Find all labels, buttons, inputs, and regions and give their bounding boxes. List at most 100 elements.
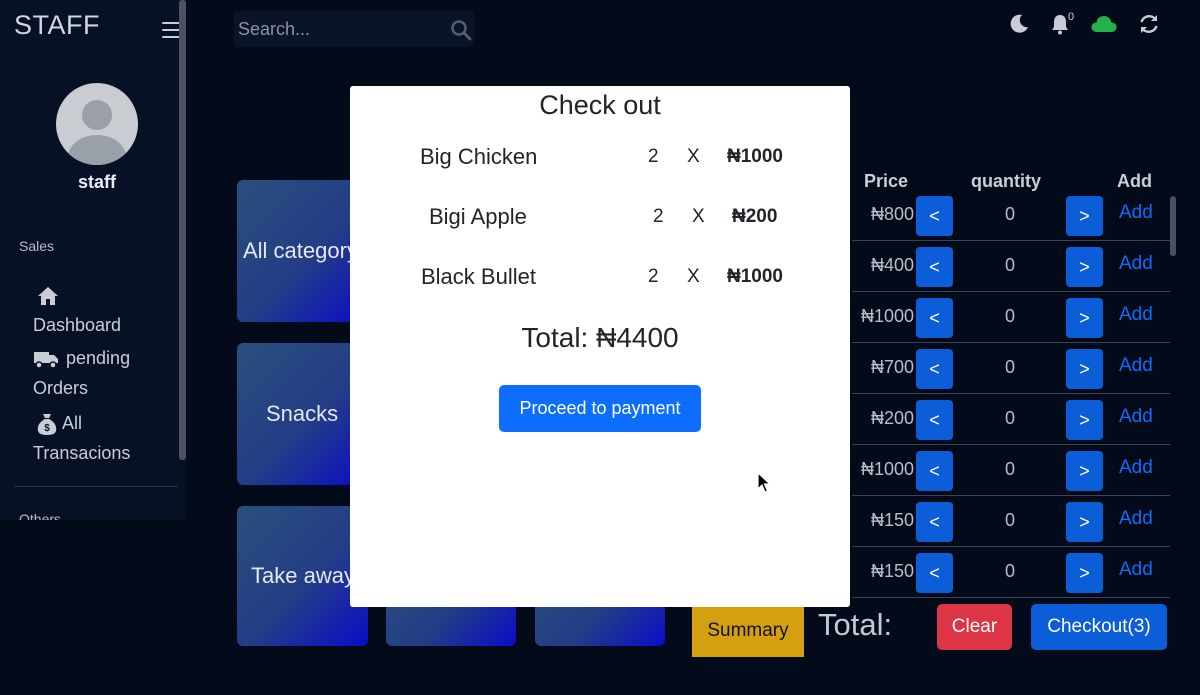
item-qty: 2 [653, 206, 664, 227]
username: staff [77, 172, 116, 192]
decrease-qty-button[interactable]: < [916, 247, 953, 287]
checkout-button[interactable]: Checkout(3) [1031, 604, 1167, 650]
sidebar-item-label: pending [66, 348, 131, 368]
item-times: X [687, 146, 700, 167]
product-qty: 0 [1004, 408, 1015, 428]
decrease-qty-button[interactable]: < [916, 400, 953, 440]
product-price: ₦1000 [860, 459, 914, 479]
hamburger-menu-icon[interactable] [162, 22, 180, 38]
item-qty: 2 [648, 146, 659, 167]
item-qty: 2 [648, 266, 659, 287]
product-price: ₦1000 [860, 306, 914, 326]
product-price: ₦800 [870, 204, 914, 224]
item-times: X [692, 206, 705, 227]
category-card-snacks[interactable]: Snacks [237, 343, 368, 485]
increase-qty-button[interactable]: > [1066, 196, 1103, 236]
add-to-cart-link[interactable]: Add [1119, 253, 1153, 275]
quantity-header: quantity [971, 171, 1041, 191]
decrease-qty-button[interactable]: < [916, 502, 953, 542]
product-qty: 0 [1004, 306, 1015, 326]
search-icon[interactable] [450, 19, 472, 41]
refresh-icon[interactable] [1137, 12, 1161, 36]
product-row: ₦1000 <0 > Add [852, 292, 1170, 343]
increase-qty-button[interactable]: > [1066, 553, 1103, 593]
sidebar-scrollbar[interactable] [179, 0, 186, 460]
modal-total: Total: ₦4400 [521, 322, 679, 353]
price-header: Price [864, 171, 909, 191]
add-to-cart-link[interactable]: Add [1119, 355, 1153, 377]
sidebar-item-transactions[interactable]: $ All Transacions [33, 408, 163, 468]
add-to-cart-link[interactable]: Add [1119, 559, 1153, 581]
product-price: ₦400 [870, 255, 914, 275]
increase-qty-button[interactable]: > [1066, 247, 1103, 287]
checkout-modal: Check out Big Chicken 2 X ₦1000 Bigi App… [350, 86, 850, 607]
product-qty: 0 [1004, 255, 1015, 275]
category-label: All category [243, 238, 358, 263]
increase-qty-button[interactable]: > [1066, 298, 1103, 338]
item-price: ₦1000 [727, 146, 783, 167]
cloud-icon[interactable] [1090, 12, 1118, 36]
add-to-cart-link[interactable]: Add [1119, 304, 1153, 326]
sidebar-divider [14, 486, 178, 487]
product-row: ₦200 <0 > Add [852, 394, 1170, 445]
section-title-others: Others [19, 511, 62, 520]
decrease-qty-button[interactable]: < [916, 349, 953, 389]
category-card-all[interactable]: All category [237, 180, 368, 322]
decrease-qty-button[interactable]: < [916, 553, 953, 593]
brand-title: STAFF [14, 10, 100, 40]
product-qty: 0 [1004, 204, 1015, 224]
product-price: ₦700 [870, 357, 914, 377]
sidebar-item-label: Orders [33, 378, 89, 398]
sidebar: STAFF staff Sales Dashboard pending Orde… [0, 0, 186, 520]
sidebar-item-dashboard[interactable]: Dashboard [33, 280, 163, 340]
section-title-sales: Sales [19, 238, 55, 254]
checkout-item: Bigi Apple 2 X ₦200 [350, 204, 850, 234]
product-price: ₦200 [870, 408, 914, 428]
sidebar-item-label: All [62, 413, 83, 433]
product-row: ₦150 <0 > Add [852, 547, 1170, 598]
item-name: Big Chicken [420, 144, 538, 169]
moon-icon[interactable] [1007, 12, 1031, 36]
increase-qty-button[interactable]: > [1066, 400, 1103, 440]
add-to-cart-link[interactable]: Add [1119, 457, 1153, 479]
item-name: Bigi Apple [429, 204, 527, 229]
svg-text:$: $ [44, 423, 50, 434]
notification-count: 0 [1068, 11, 1075, 23]
category-label: Take away [251, 563, 355, 588]
truck-icon [34, 352, 58, 369]
add-header: Add [1117, 171, 1152, 191]
table-scrollbar[interactable] [1170, 196, 1176, 256]
item-name: Black Bullet [421, 264, 536, 289]
decrease-qty-button[interactable]: < [916, 196, 953, 236]
increase-qty-button[interactable]: > [1066, 502, 1103, 542]
sidebar-item-pending-orders[interactable]: pending Orders [33, 343, 163, 403]
product-price: ₦150 [870, 561, 914, 581]
summary-button[interactable]: Summary [692, 605, 804, 657]
add-to-cart-link[interactable]: Add [1119, 508, 1153, 530]
avatar [56, 83, 138, 165]
add-to-cart-link[interactable]: Add [1119, 406, 1153, 428]
category-label: Snacks [266, 401, 339, 426]
sidebar-item-label: Transacions [33, 443, 131, 463]
item-price: ₦200 [732, 206, 778, 227]
increase-qty-button[interactable]: > [1066, 349, 1103, 389]
search-bar [234, 11, 474, 47]
product-qty: 0 [1004, 510, 1015, 530]
sidebar-item-label: Dashboard [33, 315, 122, 335]
product-row: ₦400 <0 > Add [852, 241, 1170, 292]
product-row: ₦150 <0 > Add [852, 496, 1170, 547]
product-qty: 0 [1004, 561, 1015, 581]
mouse-cursor-icon [757, 472, 771, 493]
checkout-item: Black Bullet 2 X ₦1000 [350, 264, 850, 294]
search-input[interactable] [234, 11, 444, 47]
decrease-qty-button[interactable]: < [916, 298, 953, 338]
item-price: ₦1000 [727, 266, 783, 287]
category-card-take-away[interactable]: Take away [237, 506, 368, 646]
decrease-qty-button[interactable]: < [916, 451, 953, 491]
clear-button[interactable]: Clear [937, 604, 1012, 650]
add-to-cart-link[interactable]: Add [1119, 202, 1153, 224]
item-times: X [687, 266, 700, 287]
product-qty: 0 [1004, 357, 1015, 377]
proceed-to-payment-button[interactable]: Proceed to payment [499, 385, 701, 432]
increase-qty-button[interactable]: > [1066, 451, 1103, 491]
